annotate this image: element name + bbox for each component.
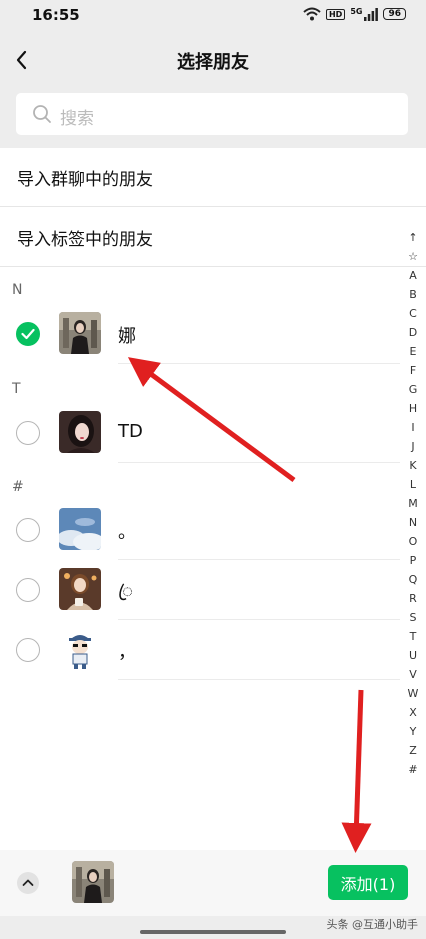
divider (118, 619, 400, 620)
import-tag-friends[interactable]: 导入标签中的朋友 (0, 208, 426, 268)
avatar (59, 508, 101, 550)
index-letter[interactable]: X (409, 703, 417, 722)
contact-row[interactable]: ꦿ (0, 561, 400, 621)
contact-row[interactable]: TD (0, 404, 400, 464)
checkbox-unchecked[interactable] (16, 421, 40, 445)
index-letter[interactable]: ↑ (408, 228, 417, 247)
avatar-cartoon-boy (59, 628, 101, 670)
status-icons: HD 5G 96 (303, 7, 406, 21)
index-letter[interactable]: N (409, 513, 417, 532)
checkbox-unchecked[interactable] (16, 638, 40, 662)
contact-name: 娜 (118, 326, 136, 347)
index-letter[interactable]: ☆ (408, 247, 418, 266)
nav-bar: 选择朋友 (0, 32, 426, 88)
index-letter[interactable]: P (410, 551, 417, 570)
section-header-hash: # (12, 479, 24, 495)
search-icon (33, 105, 51, 123)
divider (118, 679, 400, 680)
contact-row[interactable]: ， (0, 621, 400, 681)
battery-indicator: 96 (383, 8, 406, 20)
checkbox-checked[interactable] (16, 322, 40, 346)
index-letter[interactable]: V (409, 665, 417, 684)
index-letter[interactable]: M (408, 494, 418, 513)
divider (118, 462, 400, 463)
alphabet-index[interactable]: ↑ ☆ A B C D E F G H I J K L M N O P Q R S T U V W X Y Z # (403, 228, 423, 779)
index-letter[interactable]: Z (409, 741, 417, 760)
import-tag-label: 导入标签中的朋友 (17, 230, 153, 250)
avatar-woman-dark-dress (72, 861, 114, 903)
index-letter[interactable]: Q (409, 570, 418, 589)
contact-name: ꦿ (118, 581, 133, 602)
contact-row[interactable]: 。 (0, 501, 400, 561)
avatar-woman-cup (59, 568, 101, 610)
search-placeholder: 搜索 (60, 109, 94, 129)
expand-selection-button[interactable] (17, 872, 39, 894)
contact-name: TD (118, 421, 143, 442)
import-group-chat-friends[interactable]: 导入群聊中的朋友 (0, 148, 426, 208)
contact-name: ， (118, 642, 136, 663)
avatar (59, 312, 101, 354)
index-letter[interactable]: A (409, 266, 417, 285)
avatar (59, 628, 101, 670)
index-letter[interactable]: S (410, 608, 417, 627)
avatar (59, 568, 101, 610)
index-letter[interactable]: D (409, 323, 417, 342)
avatar-woman-portrait (59, 411, 101, 453)
index-letter[interactable]: E (410, 342, 417, 361)
avatar-woman-dark-dress (59, 312, 101, 354)
divider (118, 559, 400, 560)
search-input[interactable]: 搜索 (16, 93, 408, 135)
index-letter[interactable]: G (409, 380, 418, 399)
index-letter[interactable]: B (409, 285, 417, 304)
checkbox-unchecked[interactable] (16, 578, 40, 602)
status-bar: 16:55 HD 5G 96 (0, 0, 426, 32)
friend-list: 导入群聊中的朋友 导入标签中的朋友 N 娜 T TD # 。 ꦿ ， (0, 148, 426, 850)
index-letter[interactable]: J (411, 437, 414, 456)
index-letter[interactable]: F (410, 361, 416, 380)
avatar (59, 411, 101, 453)
index-letter[interactable]: I (411, 418, 414, 437)
watermark: 头条 @互通小助手 (326, 918, 419, 931)
index-letter[interactable]: H (409, 399, 417, 418)
section-header-n: N (12, 282, 23, 298)
page-title: 选择朋友 (177, 52, 249, 73)
status-time: 16:55 (32, 6, 80, 24)
index-letter[interactable]: W (408, 684, 419, 703)
home-indicator[interactable] (140, 930, 286, 934)
checkmark-icon (21, 328, 35, 340)
index-letter[interactable]: # (408, 760, 417, 779)
index-letter[interactable]: U (409, 646, 417, 665)
divider (0, 206, 426, 207)
index-letter[interactable]: C (409, 304, 417, 323)
contact-row[interactable]: 娜 (0, 305, 400, 365)
index-letter[interactable]: T (410, 627, 417, 646)
divider (0, 266, 426, 267)
index-letter[interactable]: O (409, 532, 418, 551)
hd-badge: HD (325, 8, 346, 20)
index-letter[interactable]: R (409, 589, 417, 608)
signal-icon (364, 7, 379, 21)
add-button[interactable]: 添加(1) (328, 865, 408, 900)
import-group-chat-label: 导入群聊中的朋友 (17, 170, 153, 190)
index-letter[interactable]: K (409, 456, 416, 475)
divider (118, 363, 400, 364)
chevron-up-icon (22, 879, 34, 886)
wifi-icon (303, 7, 321, 21)
index-letter[interactable]: Y (410, 722, 417, 741)
index-letter[interactable]: L (410, 475, 416, 494)
network-label: 5G (350, 7, 363, 16)
selected-friend-avatar[interactable] (72, 861, 114, 903)
section-header-t: T (12, 381, 21, 397)
contact-name: 。 (118, 522, 136, 543)
avatar-sky-clouds (59, 508, 101, 550)
bottom-action-bar: 添加(1) (0, 850, 426, 916)
checkbox-unchecked[interactable] (16, 518, 40, 542)
